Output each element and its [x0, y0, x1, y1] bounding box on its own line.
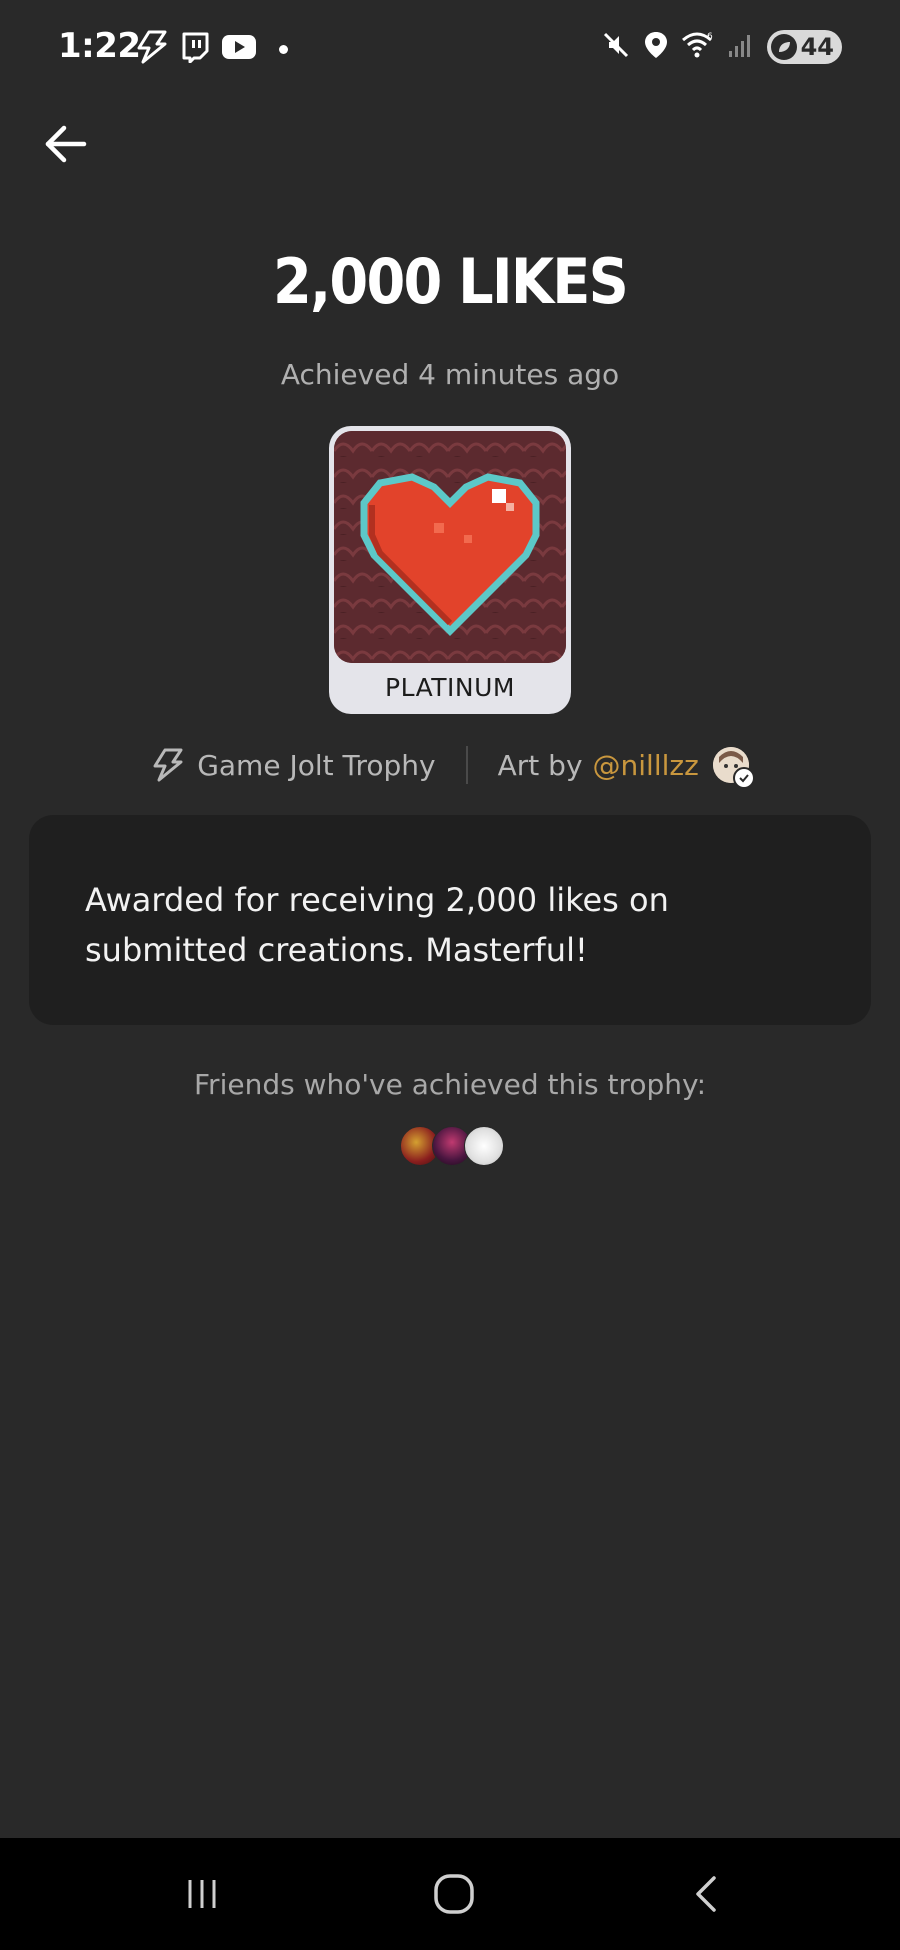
achieved-time: Achieved 4 minutes ago [280, 358, 620, 391]
trophy-screen: 1:22 6 44 2,000 LIKES Achieved 4 minutes… [0, 0, 900, 1950]
trophy-source: Game Jolt Trophy [197, 748, 436, 782]
mute-icon [601, 30, 631, 64]
artist-avatar[interactable] [712, 747, 755, 789]
status-left-icons [135, 30, 288, 68]
description-card: Awarded for receiving 2,000 likes on sub… [29, 815, 871, 1025]
status-time: 1:22 [58, 26, 141, 66]
location-icon [643, 30, 669, 64]
recent-apps-icon [188, 1880, 216, 1908]
back-button[interactable] [40, 118, 92, 170]
friend-avatar[interactable] [464, 1126, 504, 1166]
verified-icon [732, 767, 755, 789]
signal-icon [727, 31, 755, 63]
trophy-heart-image [334, 431, 566, 663]
artist-link[interactable]: @nilllzz [593, 749, 699, 782]
art-by-label: Art by [497, 748, 583, 782]
home-icon [434, 1874, 474, 1914]
divider [465, 746, 468, 784]
trophy-card: PLATINUM [329, 426, 571, 714]
recent-apps-button[interactable] [162, 1858, 242, 1930]
back-nav-button[interactable] [666, 1858, 746, 1930]
arrow-left-icon [45, 125, 87, 163]
twitch-icon [179, 31, 211, 67]
battery-indicator: 44 [766, 30, 842, 64]
home-button[interactable] [414, 1858, 494, 1930]
friends-avatars[interactable] [400, 1126, 504, 1166]
notification-dot [279, 44, 288, 54]
trophy-title: 2,000 LIKES [272, 245, 629, 318]
trophy-tier: PLATINUM [385, 673, 515, 702]
youtube-icon [221, 33, 257, 65]
status-bar: 1:22 6 44 [0, 0, 900, 100]
status-right-icons: 6 44 [601, 30, 842, 64]
svg-text:6: 6 [707, 32, 713, 42]
gamejolt-icon [151, 748, 185, 782]
trophy-description: Awarded for receiving 2,000 likes on sub… [85, 881, 669, 969]
battery-saver-icon [770, 34, 797, 60]
battery-level: 44 [800, 33, 834, 61]
trophy-meta: Game Jolt Trophy Art by @nilllzz [0, 740, 900, 790]
system-nav-bar [0, 1838, 900, 1950]
friends-label: Friends who've achieved this trophy: [193, 1068, 707, 1101]
gamejolt-icon [135, 30, 169, 68]
chevron-left-icon [696, 1876, 716, 1912]
wifi-icon: 6 [681, 30, 715, 64]
